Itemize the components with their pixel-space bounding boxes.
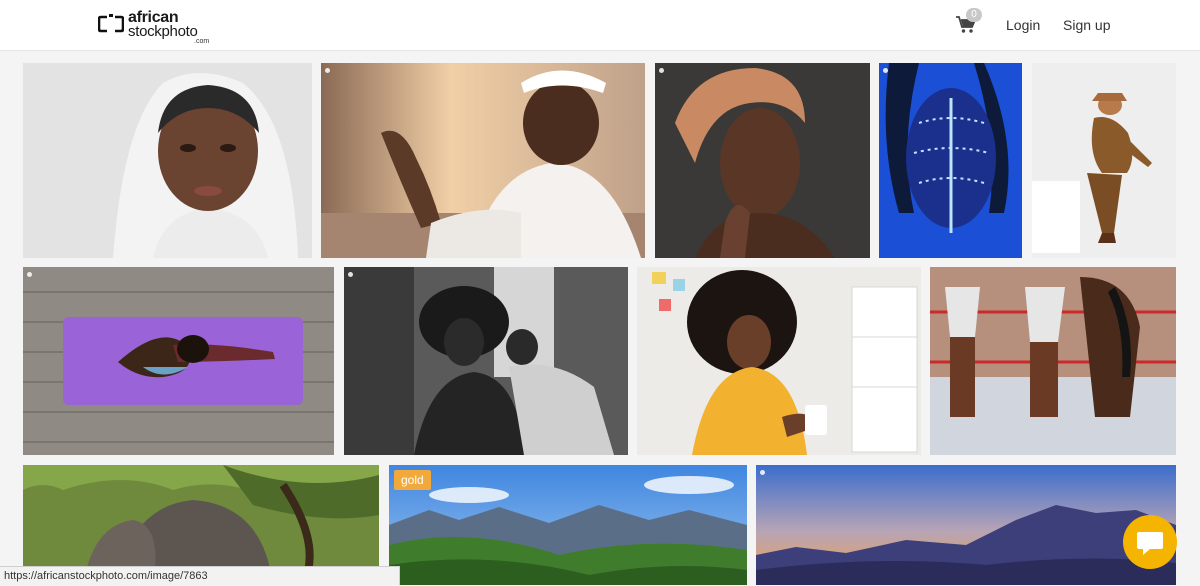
- preview-dot: [659, 68, 664, 73]
- photo-tile-dancers-zebra-costumes[interactable]: [930, 267, 1176, 455]
- site-logo[interactable]: african stockphoto .com: [98, 9, 228, 47]
- photo-tile-man-praying-kufi[interactable]: [321, 63, 645, 258]
- photo-woman-white-hijab: [23, 63, 312, 258]
- cart-count-badge: 0: [966, 8, 982, 22]
- photo-couple-black-white: [344, 267, 628, 455]
- photo-man-crouching-hat: [1032, 63, 1176, 258]
- logo-text-domain: .com: [194, 38, 210, 45]
- photo-mountains-sunset: [756, 465, 1176, 585]
- photo-dancers-zebra-costumes: [930, 267, 1176, 455]
- photo-tile-mountains-sunset[interactable]: [756, 465, 1176, 585]
- preview-dot: [325, 68, 330, 73]
- photo-tile-woman-white-hijab[interactable]: [23, 63, 312, 258]
- logo-mark-icon: [98, 14, 124, 33]
- photo-tile-couple-black-white[interactable]: [344, 267, 628, 455]
- signup-link[interactable]: Sign up: [1063, 17, 1110, 33]
- photo-blue-face-paint: [879, 63, 1022, 258]
- photo-mountains-green-valley: [389, 465, 747, 585]
- photo-woman-headwrap-dark: [655, 63, 870, 258]
- photo-woman-yellow-mug: [637, 267, 921, 455]
- preview-dot: [27, 272, 32, 277]
- photo-man-praying-kufi: [321, 63, 645, 258]
- logo-text-secondary: stockphoto: [128, 23, 198, 40]
- photo-tile-woman-headwrap-dark[interactable]: [655, 63, 870, 258]
- browser-status-url: https://africanstockphoto.com/image/7863: [0, 566, 400, 585]
- chat-button[interactable]: [1123, 515, 1177, 569]
- photo-tile-woman-yellow-mug[interactable]: [637, 267, 921, 455]
- gold-badge: gold: [394, 470, 431, 490]
- preview-dot: [883, 68, 888, 73]
- site-header: african stockphoto .com 0 Login Sign up: [0, 0, 1200, 51]
- photo-tile-blue-face-paint[interactable]: [879, 63, 1022, 258]
- login-link[interactable]: Login: [1006, 17, 1040, 33]
- preview-dot: [760, 470, 765, 475]
- photo-tile-yoga-mat-woman[interactable]: [23, 267, 334, 455]
- photo-yoga-mat-woman: [23, 267, 334, 455]
- photo-tile-mountains-green-valley[interactable]: gold: [389, 465, 747, 585]
- preview-dot: [348, 272, 353, 277]
- chat-bubble-icon: [1137, 532, 1163, 555]
- photo-tile-man-crouching-hat[interactable]: [1032, 63, 1176, 258]
